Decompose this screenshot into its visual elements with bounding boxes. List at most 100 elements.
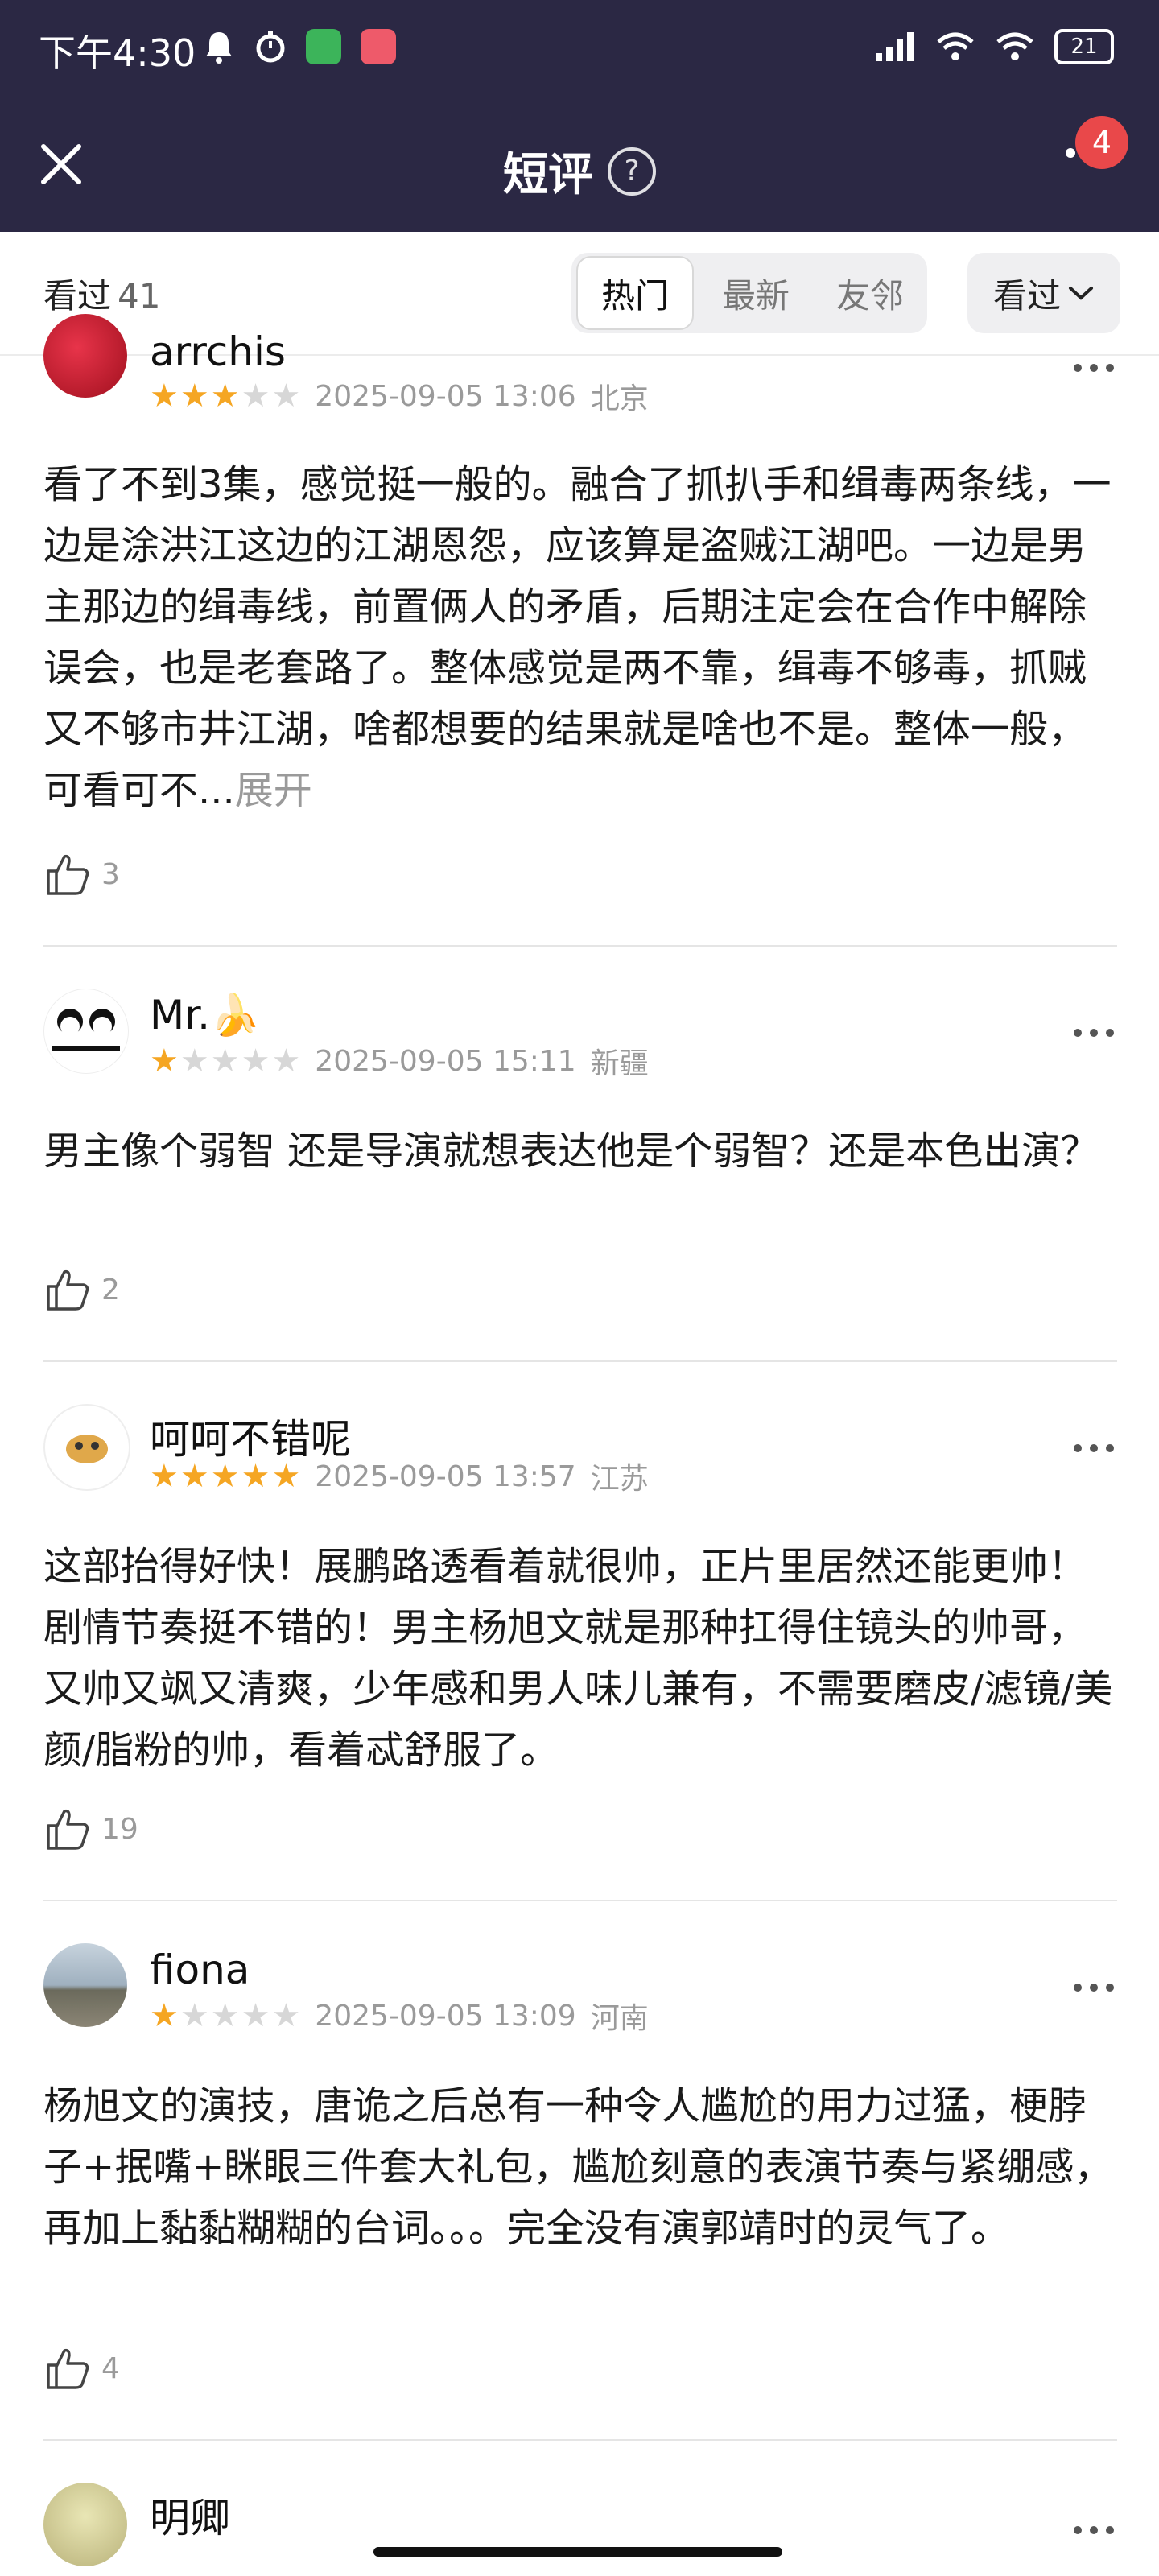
status-icons-right: 21 bbox=[874, 29, 1114, 64]
notification-badge: 4 bbox=[1075, 116, 1128, 169]
review-meta: ★ ★ ★ ★ ★ 2025-09-05 15:11 新疆 bbox=[150, 1040, 649, 1082]
star-empty-icon: ★ bbox=[179, 1997, 209, 2034]
rating-stars: ★ ★ ★ ★ ★ bbox=[150, 2000, 300, 2032]
review-item: fiona ★ ★ ★ ★ ★ 2025-09-05 13:09 河南 杨旭文的演技，唐… bbox=[0, 1901, 1159, 2441]
avatar[interactable] bbox=[43, 2483, 127, 2566]
star-filled-icon: ★ bbox=[150, 1458, 179, 1495]
expand-link[interactable]: 展开 bbox=[235, 768, 312, 813]
review-date: 2025-09-05 15:11 bbox=[315, 1044, 576, 1078]
wifi-icon bbox=[937, 32, 974, 60]
title-wrap: 短评 ? bbox=[0, 138, 1159, 204]
review-location: 北京 bbox=[590, 382, 649, 415]
rating-stars: ★ ★ ★ ★ ★ bbox=[150, 380, 300, 412]
star-empty-icon: ★ bbox=[179, 1042, 209, 1080]
star-filled-icon: ★ bbox=[241, 1458, 270, 1495]
star-empty-icon: ★ bbox=[210, 1997, 240, 2034]
review-date: 2025-09-05 13:06 bbox=[315, 379, 576, 413]
review-meta: ★ ★ ★ ★ ★ 2025-09-05 13:06 北京 bbox=[150, 375, 649, 417]
star-empty-icon: ★ bbox=[241, 1997, 270, 2034]
like-button[interactable]: 3 bbox=[43, 850, 120, 898]
home-indicator[interactable] bbox=[373, 2547, 782, 2557]
review-date: 2025-09-05 13:57 bbox=[315, 1459, 576, 1493]
review-date: 2025-09-05 13:09 bbox=[315, 1999, 576, 2033]
tab-friends[interactable]: 友邻 bbox=[813, 253, 927, 333]
thumbs-up-icon bbox=[47, 1809, 89, 1850]
star-empty-icon: ★ bbox=[271, 1997, 301, 2034]
review-author[interactable]: 明卿 bbox=[150, 2486, 230, 2544]
like-count: 3 bbox=[101, 857, 120, 891]
star-filled-icon: ★ bbox=[179, 1458, 209, 1495]
seen-count-number: 41 bbox=[118, 276, 161, 316]
review-more-button[interactable] bbox=[1074, 1984, 1114, 1992]
timer-icon bbox=[256, 31, 285, 63]
status-icons-left bbox=[203, 29, 396, 64]
review-more-button[interactable] bbox=[1074, 1029, 1114, 1037]
seen-count-label: 看过 bbox=[43, 276, 112, 316]
seen-count: 看过 41 bbox=[43, 269, 160, 318]
status-bar: 下午4:30 21 bbox=[0, 0, 1159, 97]
thumbs-up-icon bbox=[47, 2348, 89, 2389]
review-more-button[interactable] bbox=[1074, 364, 1114, 372]
rating-stars: ★ ★ ★ ★ ★ bbox=[150, 1045, 300, 1077]
star-empty-icon: ★ bbox=[241, 1042, 270, 1080]
like-count: 4 bbox=[101, 2351, 120, 2385]
star-filled-icon: ★ bbox=[150, 1042, 179, 1080]
star-filled-icon: ★ bbox=[150, 378, 179, 415]
like-count: 2 bbox=[101, 1273, 120, 1307]
star-filled-icon: ★ bbox=[179, 378, 209, 415]
seen-dropdown[interactable]: 看过 bbox=[967, 253, 1120, 333]
thumbs-up-icon bbox=[47, 854, 89, 895]
review-more-button[interactable] bbox=[1074, 1444, 1114, 1452]
wifi-secondary-icon bbox=[996, 32, 1033, 60]
review-item: arrchis ★ ★ ★ ★ ★ 2025-09-05 13:06 北京 看了不到3集… bbox=[0, 314, 1159, 947]
page-title: 短评 bbox=[503, 149, 593, 201]
star-filled-icon: ★ bbox=[210, 378, 240, 415]
star-empty-icon: ★ bbox=[210, 1042, 240, 1080]
rating-stars: ★ ★ ★ ★ ★ bbox=[150, 1460, 300, 1492]
review-author[interactable]: fiona bbox=[150, 1946, 250, 1993]
header: 短评 ? 4 bbox=[0, 97, 1159, 232]
review-location: 新疆 bbox=[590, 1047, 649, 1080]
star-empty-icon: ★ bbox=[271, 1042, 301, 1080]
star-empty-icon: ★ bbox=[241, 378, 270, 415]
thumbs-up-icon bbox=[47, 1269, 89, 1311]
review-content: 这部抬得好快！展鹏路透看着就很帅，正片里居然还能更帅！剧情节奏挺不错的！男主杨旭… bbox=[43, 1544, 1113, 1773]
sort-tabs: 热门 最新 友邻 bbox=[571, 253, 927, 333]
avatar[interactable] bbox=[43, 1404, 130, 1491]
avatar[interactable] bbox=[43, 1943, 127, 2027]
chevron-down-icon bbox=[1069, 287, 1093, 300]
help-icon[interactable]: ? bbox=[608, 147, 656, 196]
star-filled-icon: ★ bbox=[210, 1458, 240, 1495]
star-empty-icon: ★ bbox=[271, 378, 301, 415]
tab-hot[interactable]: 热门 bbox=[576, 256, 694, 330]
star-filled-icon: ★ bbox=[150, 1997, 179, 2034]
like-button[interactable]: 19 bbox=[43, 1805, 138, 1853]
bell-icon bbox=[206, 32, 232, 64]
wechat-icon bbox=[306, 29, 341, 64]
review-location: 江苏 bbox=[590, 1463, 649, 1496]
seen-dropdown-label: 看过 bbox=[992, 275, 1061, 316]
tab-latest[interactable]: 最新 bbox=[699, 253, 813, 333]
review-content: 男主像个弱智 还是导演就想表达他是个弱智？还是本色出演？ bbox=[43, 1129, 1099, 1174]
avatar[interactable] bbox=[43, 989, 129, 1074]
review-author[interactable]: Mr.🍌 bbox=[150, 992, 260, 1039]
review-location: 河南 bbox=[590, 2002, 649, 2035]
review-meta: ★ ★ ★ ★ ★ 2025-09-05 13:57 江苏 bbox=[150, 1455, 649, 1497]
review-content: 杨旭文的演技，唐诡之后总有一种令人尴尬的用力过猛，梗脖子+抿嘴+眯眼三件套大礼包… bbox=[43, 2083, 1113, 2251]
signal-icon bbox=[876, 32, 914, 61]
review-author[interactable]: arrchis bbox=[150, 328, 286, 375]
review-item: Mr.🍌 ★ ★ ★ ★ ★ 2025-09-05 15:11 新疆 男主像个弱智 还是… bbox=[0, 947, 1159, 1362]
avatar[interactable] bbox=[43, 314, 127, 398]
battery-indicator: 21 bbox=[1054, 29, 1114, 64]
like-count: 19 bbox=[101, 1812, 138, 1846]
status-time: 下午4:30 bbox=[39, 31, 196, 75]
like-button[interactable]: 4 bbox=[43, 2344, 120, 2392]
top-bar: 下午4:30 21 短评 ? 4 bbox=[0, 0, 1159, 232]
review-meta: ★ ★ ★ ★ ★ 2025-09-05 13:09 河南 bbox=[150, 1995, 649, 2037]
app-notification-icon bbox=[361, 29, 396, 64]
star-filled-icon: ★ bbox=[271, 1458, 301, 1495]
review-content: 看了不到3集，感觉挺一般的。融合了抓扒手和缉毒两条线，一边是涂洪江这边的江湖恩怨… bbox=[43, 462, 1112, 813]
like-button[interactable]: 2 bbox=[43, 1265, 120, 1314]
review-more-button[interactable] bbox=[1074, 2526, 1114, 2534]
review-item: 呵呵不错呢 ★ ★ ★ ★ ★ 2025-09-05 13:57 江苏 这部抬得好快！展… bbox=[0, 1362, 1159, 1901]
